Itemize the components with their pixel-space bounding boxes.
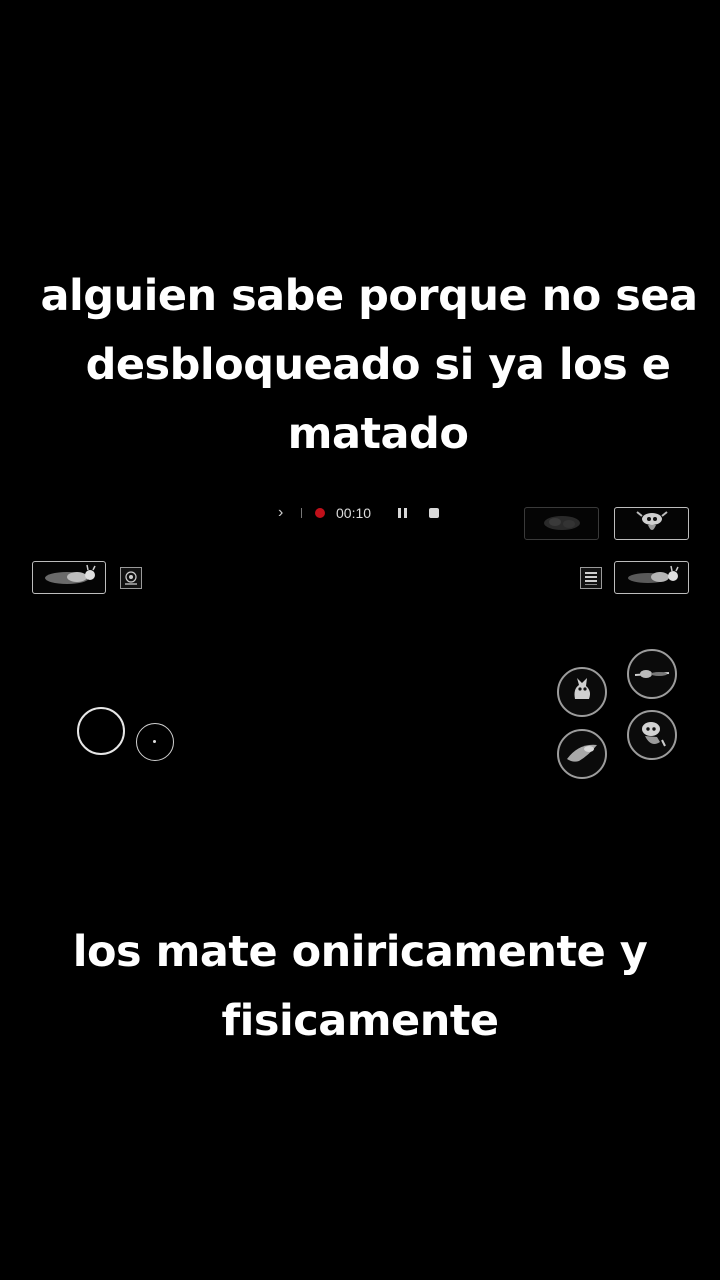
- menu-button[interactable]: [580, 567, 602, 589]
- fireball-button[interactable]: [614, 561, 689, 594]
- caption-bottom-line-1: los mate oniricamente y: [72, 927, 648, 977]
- dash-icon: [45, 564, 96, 584]
- focus-icon: [642, 722, 666, 747]
- joystick-base[interactable]: [77, 707, 125, 755]
- menu-icon: [585, 572, 597, 585]
- spell-button-dim[interactable]: [524, 507, 599, 540]
- joystick-knob[interactable]: [136, 723, 174, 761]
- chevron-right-icon[interactable]: ›: [278, 500, 283, 526]
- fireball-icon: [628, 565, 679, 583]
- pause-icon[interactable]: [398, 508, 407, 518]
- recording-timer: 00:10: [336, 505, 372, 521]
- map-icon: [125, 571, 137, 585]
- caption-top-line-2: desbloqueado si ya los e: [85, 340, 671, 390]
- dash-action-button[interactable]: [557, 729, 607, 779]
- vengeful-spirit-icon: [636, 511, 668, 530]
- caption-bottom: los mate oniricamente y fisicamente: [0, 918, 720, 1056]
- dash-button[interactable]: [32, 561, 106, 594]
- stop-icon[interactable]: [429, 508, 439, 518]
- spell-icon-dim: [544, 516, 580, 530]
- screen: alguien sabe porque no sea desbloqueado …: [0, 0, 720, 1280]
- caption-top: alguien sabe porque no sea desbloqueado …: [0, 262, 720, 469]
- screen-recorder-bar: › 00:10: [272, 500, 452, 526]
- caption-top-line-3: matado: [287, 409, 469, 459]
- jump-button[interactable]: [557, 667, 607, 717]
- focus-button[interactable]: [627, 710, 677, 760]
- vengeful-spirit-button[interactable]: [614, 507, 689, 540]
- map-button[interactable]: [120, 567, 142, 589]
- attack-button[interactable]: [627, 649, 677, 699]
- caption-top-line-1: alguien sabe porque no sea: [40, 271, 698, 321]
- dash-action-icon: [567, 744, 597, 762]
- recorder-divider: [301, 508, 302, 518]
- attack-icon: [634, 670, 670, 678]
- caption-bottom-line-2: fisicamente: [221, 996, 499, 1046]
- record-icon: [315, 508, 325, 518]
- jump-icon: [574, 678, 590, 699]
